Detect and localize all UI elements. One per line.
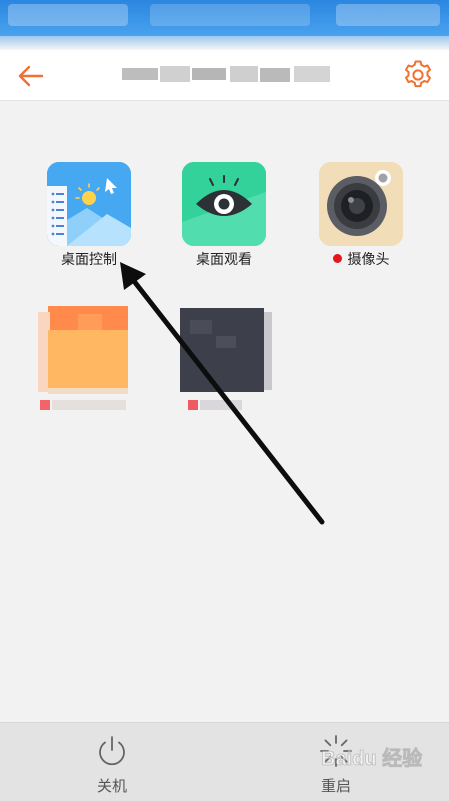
- page-title-pixelated: [122, 64, 330, 86]
- grid-item-desktop-control[interactable]: 桌面控制: [34, 162, 144, 268]
- status-bar-center-info: [150, 4, 310, 26]
- restart-label: 重启: [320, 778, 351, 795]
- back-button[interactable]: [12, 58, 48, 94]
- gear-icon: [405, 60, 431, 88]
- shutdown-button[interactable]: 关机: [72, 733, 152, 796]
- status-bar: [0, 0, 449, 36]
- grid-item-blurred-1[interactable]: [38, 306, 132, 412]
- arrow-left-icon: [18, 65, 44, 87]
- camera-icon: [319, 162, 403, 246]
- svg-text:Baidu 经验: Baidu 经验: [321, 746, 422, 770]
- status-dot: [332, 254, 342, 263]
- grid-item-camera[interactable]: 摄像头: [306, 162, 416, 268]
- settings-button[interactable]: [401, 58, 435, 92]
- eye-icon: [182, 162, 266, 246]
- status-bar-left-info: [8, 4, 128, 26]
- app-header: [0, 50, 449, 101]
- status-bar-right-info: [336, 4, 440, 26]
- grid-item-label: 桌面控制: [61, 251, 117, 267]
- baidu-watermark: Baidu 经验: [319, 738, 423, 778]
- status-bar-fade: [0, 36, 449, 50]
- grid-item-label: 桌面观看: [196, 251, 252, 267]
- grid-item-blurred-2[interactable]: [178, 306, 272, 412]
- grid-item-label: 摄像头: [306, 250, 416, 268]
- shutdown-label: 关机: [96, 778, 127, 795]
- desktop-control-icon: [47, 162, 131, 246]
- grid-item-desktop-view[interactable]: 桌面观看: [169, 162, 279, 268]
- power-icon: [94, 733, 130, 769]
